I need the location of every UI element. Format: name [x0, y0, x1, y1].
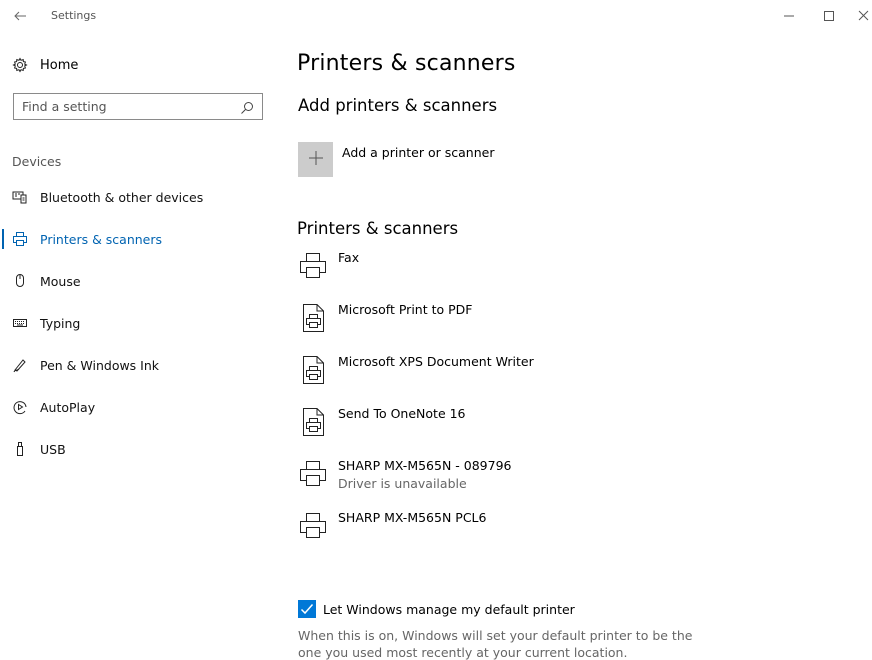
document-printer-icon [298, 406, 330, 438]
default-printer-option[interactable]: Let Windows manage my default printer [298, 600, 575, 618]
bluetooth-devices-icon [12, 189, 28, 205]
document-printer-icon [298, 354, 330, 386]
printer-name: Microsoft XPS Document Writer [338, 354, 534, 369]
sidebar-item-label: Pen & Windows Ink [40, 357, 160, 373]
add-printer-button[interactable] [298, 142, 333, 177]
search-icon[interactable] [240, 100, 254, 114]
section-label-devices: Devices [12, 154, 62, 169]
printer-item-sharp-089796[interactable]: SHARP MX-M565N - 089796 Driver is unavai… [298, 458, 658, 502]
printer-icon [298, 458, 330, 490]
sidebar-item-label: AutoPlay [40, 399, 96, 415]
mouse-icon [12, 273, 28, 289]
sidebar-item-bluetooth[interactable]: Bluetooth & other devices [0, 182, 270, 212]
default-printer-label: Let Windows manage my default printer [323, 601, 575, 617]
checkmark-icon [300, 604, 314, 615]
printer-status: Driver is unavailable [338, 476, 467, 491]
document-printer-icon [298, 302, 330, 334]
sidebar-item-label: Printers & scanners [40, 231, 163, 247]
add-printer-label[interactable]: Add a printer or scanner [342, 145, 494, 160]
plus-icon [308, 150, 324, 170]
printer-item-onenote[interactable]: Send To OneNote 16 [298, 406, 658, 450]
sidebar-item-label: USB [40, 441, 66, 457]
window-title: Settings [51, 9, 97, 22]
sidebar-item-usb[interactable]: USB [0, 434, 270, 464]
printer-item-fax[interactable]: Fax [298, 250, 658, 294]
printer-name: Fax [338, 250, 360, 265]
sidebar-item-autoplay[interactable]: AutoPlay [0, 392, 270, 422]
home-label: Home [40, 57, 79, 73]
default-printer-description: When this is on, Windows will set your d… [298, 628, 693, 660]
gear-icon [12, 57, 28, 73]
sidebar-item-label: Mouse [40, 273, 81, 289]
autoplay-icon [12, 399, 28, 415]
printer-name: Microsoft Print to PDF [338, 302, 473, 317]
sidebar-item-pen[interactable]: Pen & Windows Ink [0, 350, 270, 380]
search-input[interactable] [22, 99, 240, 114]
search-box[interactable] [13, 93, 263, 120]
back-arrow-icon[interactable] [12, 7, 30, 25]
printer-name: SHARP MX-M565N - 089796 [338, 458, 512, 473]
sidebar-item-typing[interactable]: Typing [0, 308, 270, 338]
sidebar-item-label: Typing [40, 315, 81, 331]
title-bar: Settings [0, 0, 872, 32]
keyboard-icon [12, 315, 28, 331]
printer-icon [298, 250, 330, 282]
printer-name: Send To OneNote 16 [338, 406, 466, 421]
printer-item-xps-writer[interactable]: Microsoft XPS Document Writer [298, 354, 658, 398]
sidebar-item-printers[interactable]: Printers & scanners [0, 224, 270, 254]
minimize-icon[interactable] [778, 5, 800, 27]
printer-item-print-to-pdf[interactable]: Microsoft Print to PDF [298, 302, 658, 346]
close-icon[interactable] [857, 5, 872, 27]
pen-icon [12, 357, 28, 373]
printer-icon [12, 231, 28, 247]
maximize-icon[interactable] [818, 5, 840, 27]
printer-icon [298, 510, 330, 542]
default-printer-checkbox[interactable] [298, 600, 316, 618]
printer-item-sharp-pcl6[interactable]: SHARP MX-M565N PCL6 [298, 510, 658, 554]
usb-icon [12, 441, 28, 457]
printer-name: SHARP MX-M565N PCL6 [338, 510, 487, 525]
sidebar-item-mouse[interactable]: Mouse [0, 266, 270, 296]
add-section-title: Add printers & scanners [298, 96, 498, 115]
sidebar-item-label: Bluetooth & other devices [40, 189, 204, 205]
sidebar-item-home[interactable]: Home [12, 55, 262, 75]
printers-list-title: Printers & scanners [297, 219, 459, 238]
page-title: Printers & scanners [297, 51, 516, 76]
